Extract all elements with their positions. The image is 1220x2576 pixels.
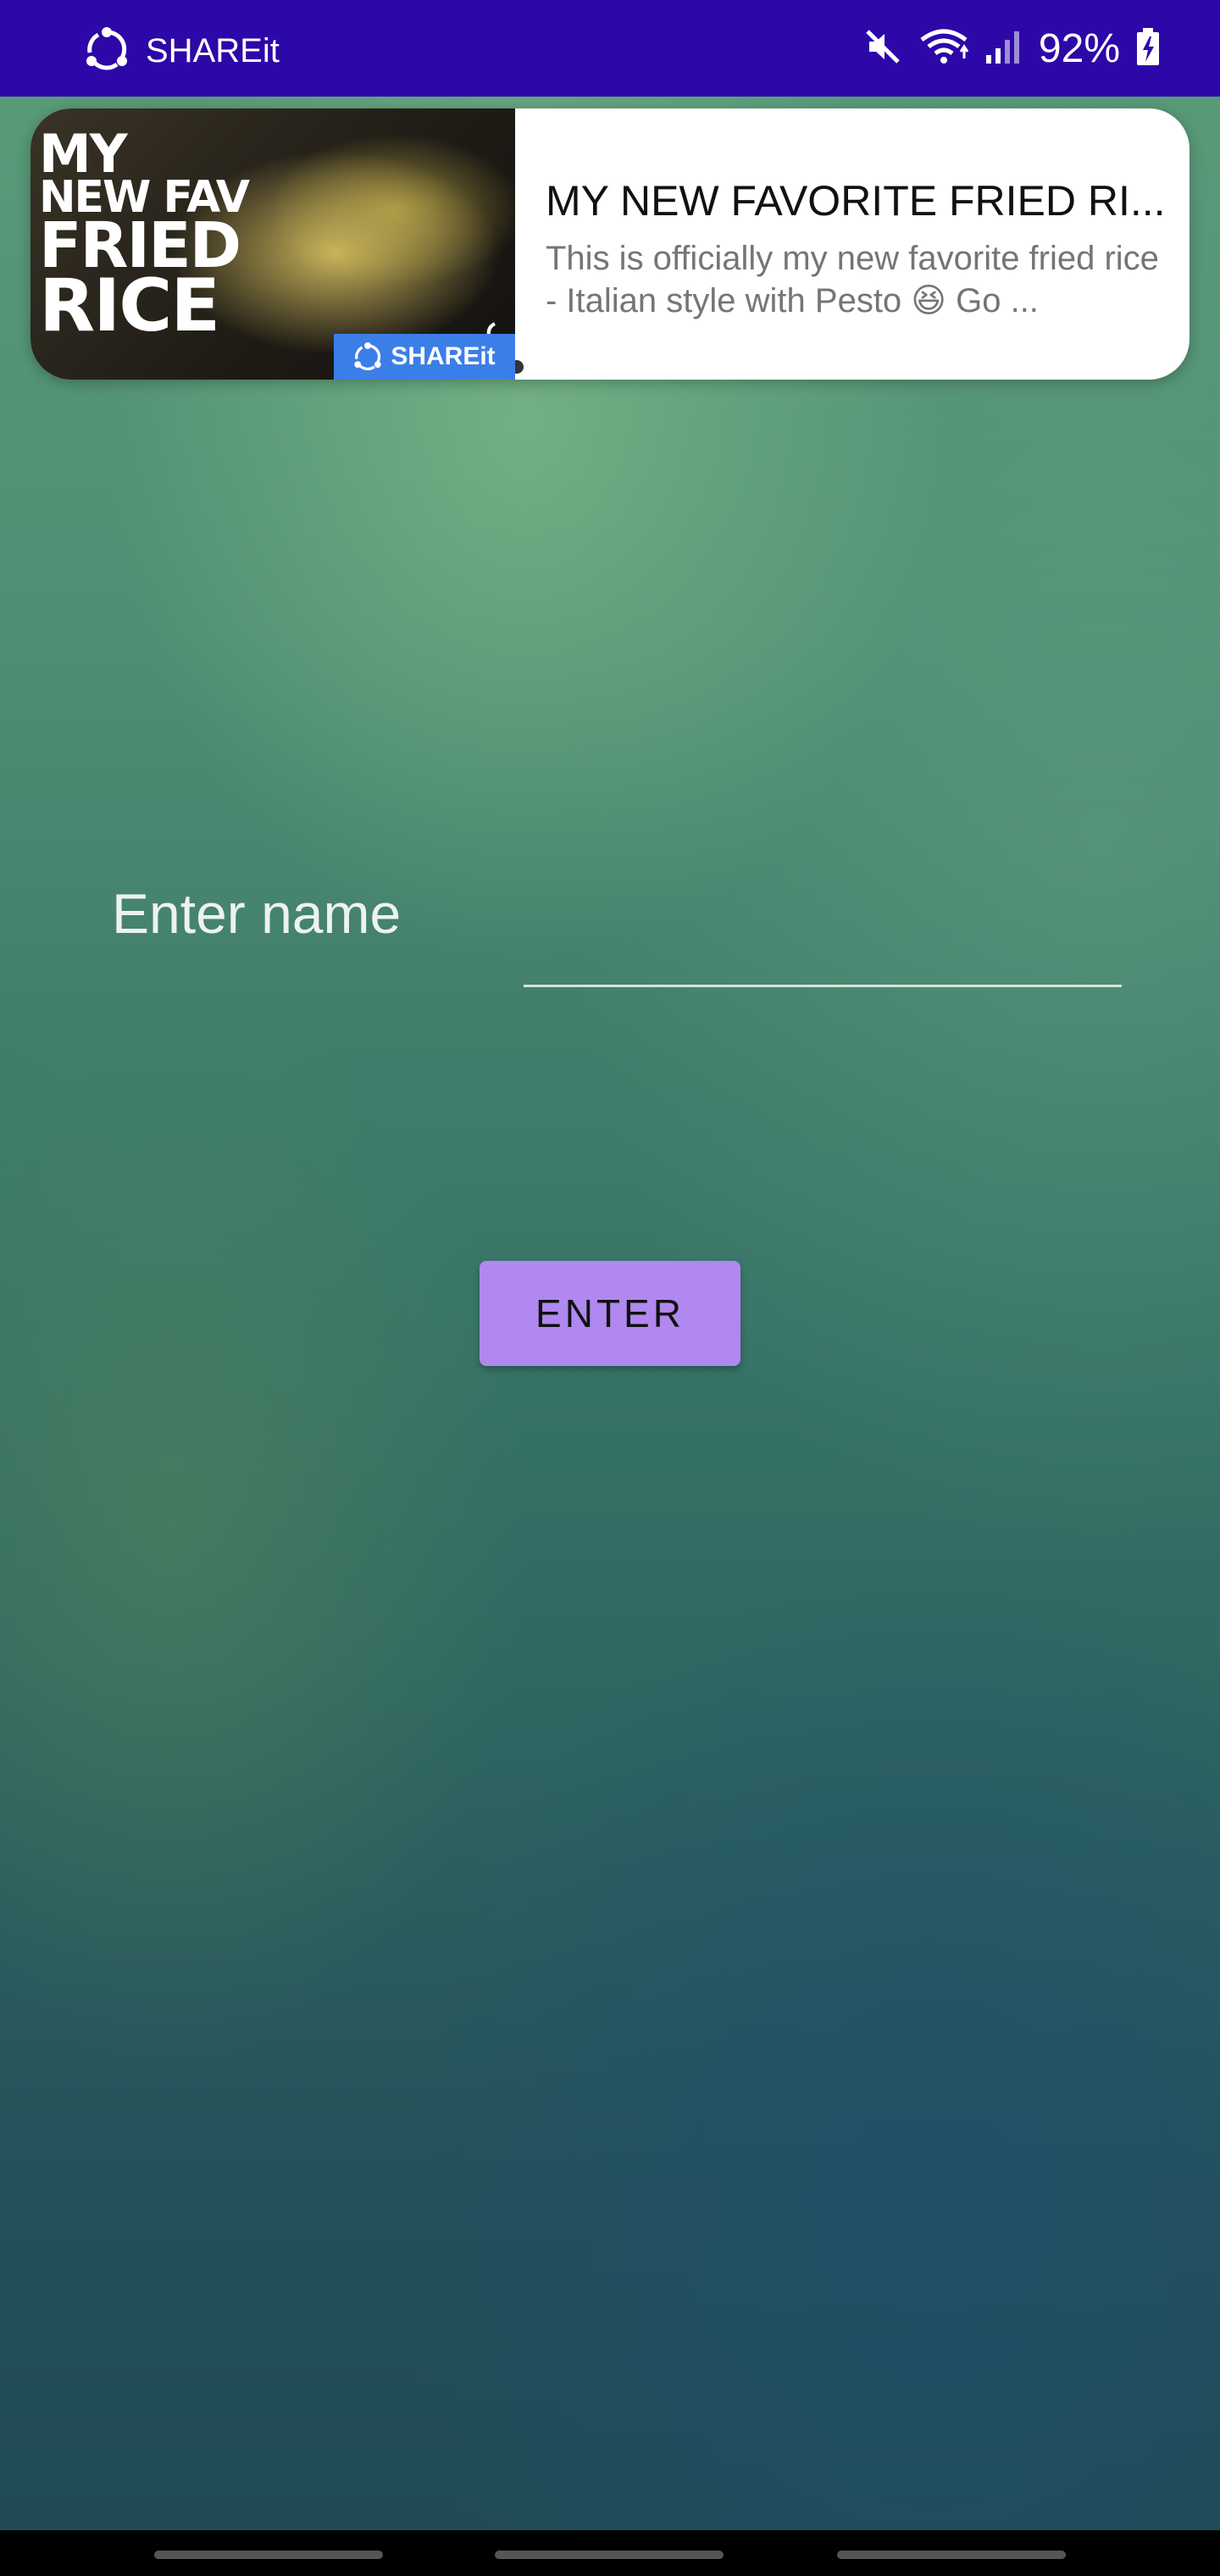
enter-button[interactable]: ENTER bbox=[480, 1261, 740, 1366]
navigation-bar bbox=[0, 2530, 1220, 2576]
notification-title: MY NEW FAVORITE FRIED RI... bbox=[546, 177, 1166, 225]
status-bar-app-label: SHAREit bbox=[146, 32, 280, 69]
shareit-icon bbox=[85, 27, 129, 75]
notification-thumbnail: MY NEW FAV FRIED RICE SHAREit bbox=[30, 108, 525, 380]
status-bar-right: 92% bbox=[862, 25, 1161, 72]
thumbnail-line-1: MY bbox=[39, 123, 128, 185]
shareit-badge-label: SHAREit bbox=[391, 342, 496, 370]
battery-percent: 92% bbox=[1038, 26, 1120, 71]
thumbnail-line-4: RICE bbox=[39, 264, 220, 349]
nav-back-button[interactable] bbox=[837, 2551, 1066, 2559]
enter-name-label: Enter name bbox=[112, 882, 402, 945]
nav-recent-apps-button[interactable] bbox=[154, 2551, 383, 2559]
shareit-badge-icon bbox=[354, 342, 382, 371]
nav-home-button[interactable] bbox=[495, 2551, 724, 2559]
mute-icon bbox=[862, 26, 903, 71]
wifi-icon bbox=[918, 26, 969, 71]
notification-body: This is officially my new favorite fried… bbox=[546, 240, 1159, 319]
thumbnail-title: MY NEW FAV FRIED RICE bbox=[39, 123, 250, 349]
notification-text: MY NEW FAVORITE FRIED RI... This is offi… bbox=[546, 176, 1173, 322]
status-bar: SHAREit 92% bbox=[0, 0, 1220, 97]
notification-card[interactable]: MY NEW FAV FRIED RICE SHAREit MY NEW FAV… bbox=[30, 108, 1190, 380]
status-bar-app: SHAREit bbox=[85, 27, 280, 75]
battery-charging-icon bbox=[1135, 26, 1161, 71]
name-input[interactable] bbox=[524, 915, 1122, 987]
signal-icon bbox=[984, 26, 1023, 71]
shareit-badge: SHAREit bbox=[334, 334, 515, 380]
